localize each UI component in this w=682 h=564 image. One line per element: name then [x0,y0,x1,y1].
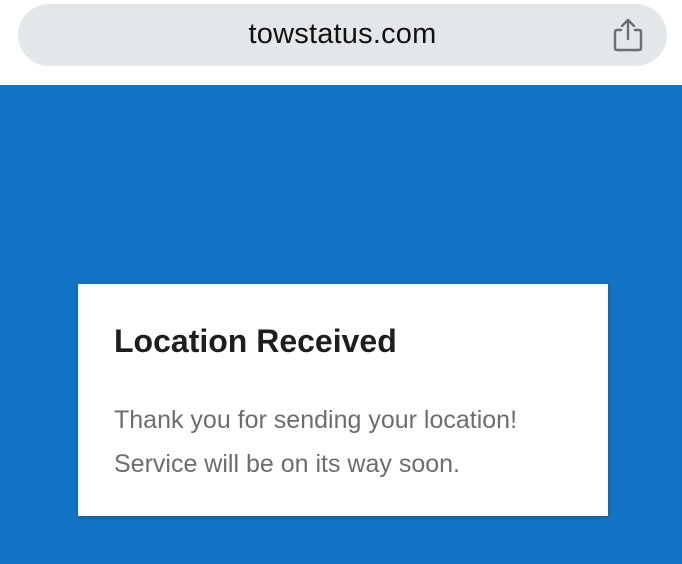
card-message: Thank you for sending your location! Ser… [114,398,594,486]
share-button[interactable] [611,17,645,53]
card-title: Location Received [114,323,397,359]
address-bar[interactable]: towstatus.com [18,4,667,66]
browser-chrome: towstatus.com [0,0,682,85]
message-line-1: Thank you for sending your location! [114,406,518,434]
status-card: Location Received Thank you for sending … [78,284,608,516]
url-text: towstatus.com [248,18,437,50]
message-line-2: Service will be on its way soon. [114,450,460,478]
share-icon [613,18,643,52]
